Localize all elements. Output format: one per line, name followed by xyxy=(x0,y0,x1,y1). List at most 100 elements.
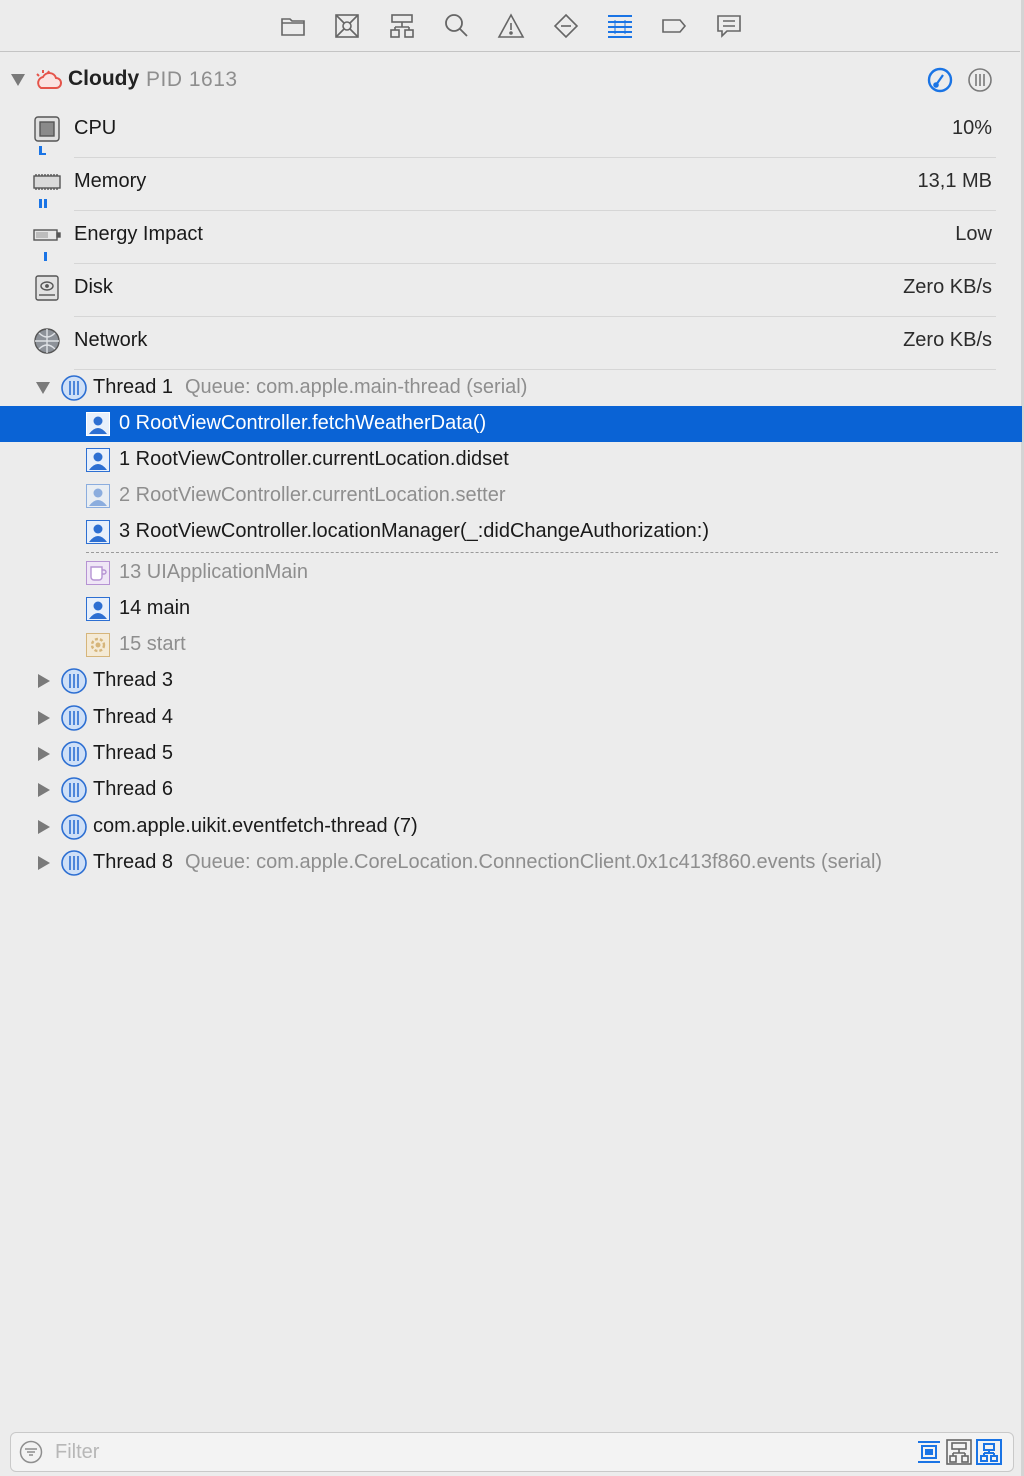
gauge-label: Memory xyxy=(74,170,147,192)
thread-icon xyxy=(60,813,88,841)
memory-usage-bar xyxy=(39,199,42,208)
gauge-cpu[interactable]: CPU 10% xyxy=(0,106,1020,158)
framework-cup-icon xyxy=(86,561,110,585)
thread-label: Thread 3 xyxy=(93,669,174,691)
frame-label: 0 RootViewController.fetchWeatherData() xyxy=(119,412,487,434)
source-control-icon[interactable] xyxy=(333,12,361,40)
report-icon[interactable] xyxy=(715,12,743,40)
navigator-toolbar xyxy=(0,0,1020,52)
user-code-icon xyxy=(86,412,110,436)
cpu-usage-tick xyxy=(39,153,46,155)
disclosure-closed-icon[interactable] xyxy=(38,820,50,834)
gauge-value: 10% xyxy=(951,117,992,139)
system-gear-icon xyxy=(86,633,110,657)
debug-navigator-icon[interactable] xyxy=(606,12,634,40)
show-only-crashed-threads-icon[interactable] xyxy=(915,1438,943,1466)
test-diamond-icon[interactable] xyxy=(552,12,580,40)
disclosure-closed-icon[interactable] xyxy=(38,747,50,761)
thread-row[interactable]: com.apple.uikit.eventfetch-thread (7) xyxy=(0,809,1022,845)
energy-usage-bar xyxy=(44,252,47,261)
thread-icon xyxy=(60,776,88,804)
stack-frame-row[interactable]: 2 RootViewController.currentLocation.set… xyxy=(0,478,1022,514)
thread-label: Thread 8 xyxy=(93,851,174,873)
divider xyxy=(74,210,996,211)
memory-usage-bar xyxy=(44,199,47,208)
gauge-label: CPU xyxy=(74,117,117,139)
divider xyxy=(74,157,996,158)
filter-input[interactable] xyxy=(53,1437,757,1467)
disk-drive-icon xyxy=(33,274,61,302)
thread-row[interactable]: Thread 5 xyxy=(0,736,1022,772)
frame-label: 14 main xyxy=(119,597,191,619)
divider xyxy=(74,263,996,264)
thread-label: Thread 6 xyxy=(93,778,174,800)
process-pid: PID 1613 xyxy=(146,68,238,91)
thread-icon xyxy=(60,667,88,695)
filter-bar xyxy=(10,1432,1014,1472)
frame-label: 1 RootViewController.currentLocation.did… xyxy=(119,448,509,470)
thread-queue: Queue: com.apple.CoreLocation.Connection… xyxy=(185,851,883,873)
breakpoint-icon[interactable] xyxy=(660,12,688,40)
thread-row[interactable]: Thread 1 Queue: com.apple.main-thread (s… xyxy=(0,370,1022,406)
show-frames-with-debug-symbols-icon[interactable] xyxy=(975,1438,1003,1466)
user-code-icon xyxy=(86,520,110,544)
thread-icon xyxy=(60,704,88,732)
gauge-memory[interactable]: Memory 13,1 MB xyxy=(0,159,1020,211)
disclosure-open-icon[interactable] xyxy=(11,74,25,86)
gauge-disk[interactable]: Disk Zero KB/s xyxy=(0,265,1020,317)
debug-gauge-toggle-icon[interactable] xyxy=(926,66,954,94)
thread-row[interactable]: Thread 6 xyxy=(0,772,1022,808)
stack-frame-row[interactable]: 14 main xyxy=(0,591,1022,627)
warning-icon[interactable] xyxy=(497,12,525,40)
thread-label: Thread 4 xyxy=(93,706,174,728)
thread-view-toggle-icon[interactable] xyxy=(966,66,994,94)
user-code-icon xyxy=(86,448,110,472)
thread-label: Thread 5 xyxy=(93,742,174,764)
skipped-frames-separator xyxy=(86,552,998,553)
disclosure-closed-icon[interactable] xyxy=(38,674,50,688)
disclosure-closed-icon[interactable] xyxy=(38,856,50,870)
user-code-icon xyxy=(86,484,110,508)
stack-frame-row[interactable]: 15 start xyxy=(0,627,1022,663)
stack-frame-row[interactable]: 0 RootViewController.fetchWeatherData() xyxy=(0,406,1022,442)
gauge-value: Zero KB/s xyxy=(903,276,992,298)
thread-row[interactable]: Thread 4 xyxy=(0,700,1022,736)
gauge-label: Energy Impact xyxy=(74,223,203,245)
thread-icon xyxy=(60,740,88,768)
thread-label: com.apple.uikit.eventfetch-thread (7) xyxy=(93,815,418,837)
disclosure-closed-icon[interactable] xyxy=(38,711,50,725)
search-icon[interactable] xyxy=(442,12,470,40)
stack-frame-row[interactable]: 13 UIApplicationMain xyxy=(0,555,1022,591)
frame-label: 3 RootViewController.locationManager(_:d… xyxy=(119,520,709,542)
cloud-app-icon xyxy=(33,66,63,94)
filter-icon[interactable] xyxy=(19,1440,43,1464)
gauge-energy[interactable]: Energy Impact Low xyxy=(0,212,1020,264)
thread-icon xyxy=(60,849,88,877)
network-globe-icon xyxy=(33,327,61,355)
gauge-label: Disk xyxy=(74,276,113,298)
process-row[interactable]: Cloudy PID 1613 xyxy=(0,62,1020,98)
user-code-icon xyxy=(86,597,110,621)
frame-label: 13 UIApplicationMain xyxy=(119,561,308,583)
cpu-chip-icon xyxy=(33,115,61,143)
folder-icon[interactable] xyxy=(279,12,307,40)
divider xyxy=(74,316,996,317)
gauge-value: Zero KB/s xyxy=(903,329,992,351)
thread-row[interactable]: Thread 8 Queue: com.apple.CoreLocation.C… xyxy=(0,845,1022,881)
thread-row[interactable]: Thread 3 xyxy=(0,663,1022,699)
battery-icon xyxy=(33,221,61,249)
show-running-threads-icon[interactable] xyxy=(945,1438,973,1466)
gauge-value: 13,1 MB xyxy=(917,170,992,192)
thread-icon xyxy=(60,374,88,402)
memory-ram-icon xyxy=(33,168,61,196)
process-name: Cloudy xyxy=(68,67,140,90)
thread-queue: Queue: com.apple.main-thread (serial) xyxy=(185,376,528,398)
frame-label: 2 RootViewController.currentLocation.set… xyxy=(119,484,506,506)
gauge-network[interactable]: Network Zero KB/s xyxy=(0,318,1020,370)
disclosure-closed-icon[interactable] xyxy=(38,783,50,797)
gauge-label: Network xyxy=(74,329,148,351)
symbol-hierarchy-icon[interactable] xyxy=(388,12,416,40)
stack-frame-row[interactable]: 1 RootViewController.currentLocation.did… xyxy=(0,442,1022,478)
disclosure-open-icon[interactable] xyxy=(36,382,50,394)
stack-frame-row[interactable]: 3 RootViewController.locationManager(_:d… xyxy=(0,514,1022,550)
